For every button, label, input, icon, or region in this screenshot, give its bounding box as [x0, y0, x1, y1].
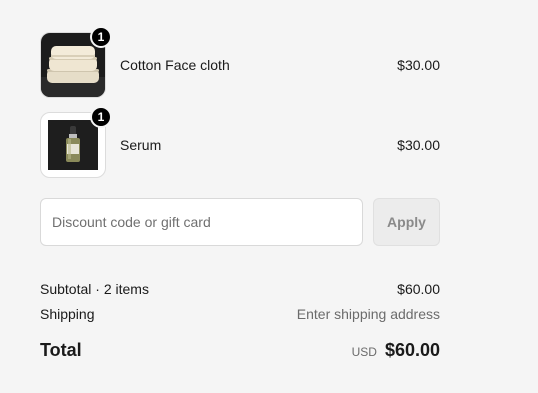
item-name: Serum	[120, 137, 162, 153]
subtotal-value: $60.00	[397, 281, 440, 297]
total-value: $60.00	[384, 340, 440, 360]
order-summary: 1 Cotton Face cloth $30.00 1 Serum $30.0…	[0, 0, 538, 393]
quantity-badge: 1	[90, 106, 112, 128]
serum-bottle-image	[48, 120, 98, 170]
subtotal-row: Subtotal · 2 items $60.00	[40, 281, 440, 297]
discount-row: Apply	[40, 198, 440, 246]
item-price: $30.00	[397, 57, 440, 73]
item-price: $30.00	[397, 137, 440, 153]
shipping-value: Enter shipping address	[296, 306, 440, 322]
shipping-label: Shipping	[40, 306, 95, 322]
quantity-badge: 1	[90, 26, 112, 48]
line-item-serum: 1 Serum $30.00	[40, 106, 440, 178]
discount-code-input[interactable]	[40, 198, 363, 246]
product-thumbnail-wrapper: 1	[40, 26, 112, 98]
total-label: Total	[40, 340, 82, 360]
total-amount: USD $60.00	[352, 340, 440, 361]
currency-code: USD	[351, 345, 377, 359]
shipping-row: Shipping Enter shipping address	[40, 306, 440, 322]
product-thumbnail-wrapper: 1	[40, 106, 112, 178]
line-item-cotton-face-cloth: 1 Cotton Face cloth $30.00	[40, 26, 440, 98]
apply-button[interactable]: Apply	[373, 198, 440, 246]
item-name: Cotton Face cloth	[120, 57, 230, 73]
total-row: Total USD $60.00	[40, 340, 440, 361]
subtotal-label: Subtotal · 2 items	[40, 281, 149, 297]
